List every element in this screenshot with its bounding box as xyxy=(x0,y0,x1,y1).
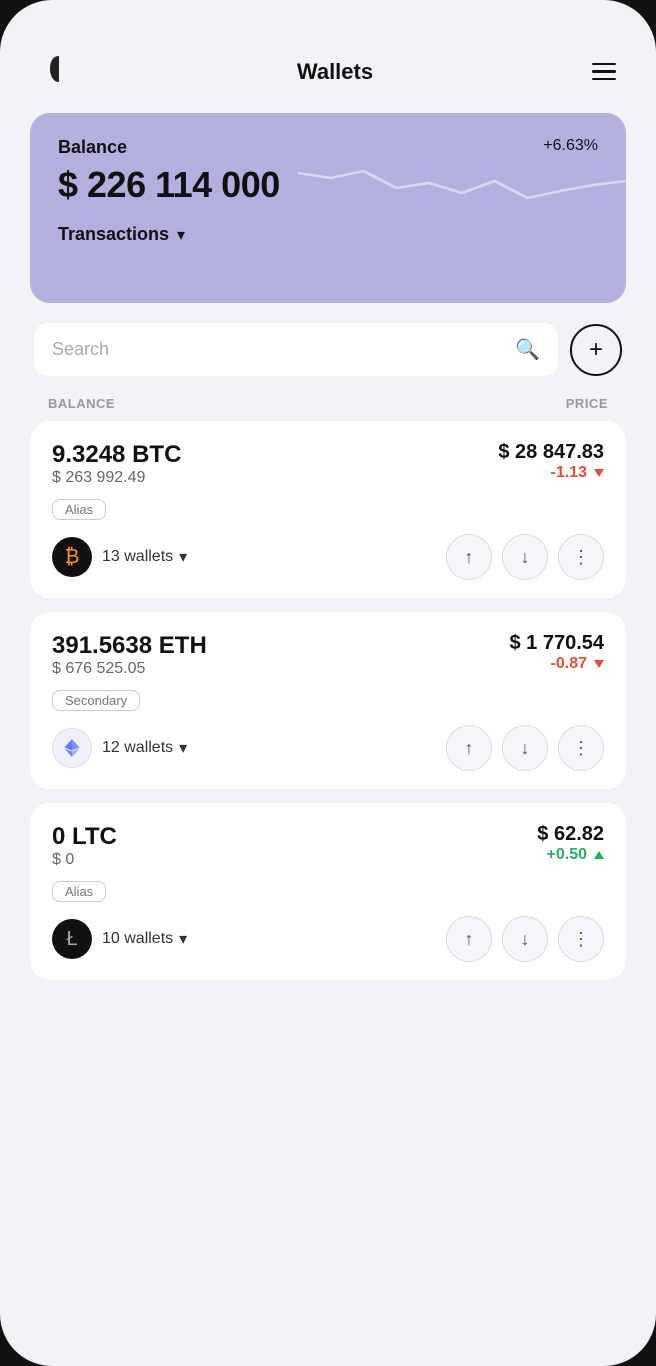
eth-action-buttons: ↑ ↓ ⋮ xyxy=(446,725,604,771)
col-price: PRICE xyxy=(566,396,608,411)
logo-icon xyxy=(40,50,78,93)
eth-alias[interactable]: Secondary xyxy=(52,690,140,711)
btc-amount: 9.3248 BTC xyxy=(52,441,181,469)
btc-wallets-chevron-icon: ▾ xyxy=(179,547,187,567)
transactions-label: Transactions xyxy=(58,224,169,245)
ltc-action-buttons: ↑ ↓ ⋮ xyxy=(446,916,604,962)
coin-card-eth: 391.5638 ETH $ 676 525.05 $ 1 770.54 -0.… xyxy=(30,612,626,789)
btc-action-buttons: ↑ ↓ ⋮ xyxy=(446,534,604,580)
eth-usd: $ 676 525.05 xyxy=(52,660,207,678)
ltc-alias[interactable]: Alias xyxy=(52,881,106,902)
transactions-chevron-icon: ▾ xyxy=(177,225,185,245)
page-title: Wallets xyxy=(297,59,373,85)
balance-chart xyxy=(298,143,626,223)
search-icon: 🔍 xyxy=(515,337,540,362)
btc-alias[interactable]: Alias xyxy=(52,499,106,520)
eth-change: -0.87 xyxy=(551,655,604,673)
add-wallet-button[interactable]: + xyxy=(570,324,622,376)
down-arrow-icon xyxy=(594,660,604,668)
eth-more-button[interactable]: ⋮ xyxy=(558,725,604,771)
ltc-receive-button[interactable]: ↓ xyxy=(502,916,548,962)
ltc-more-button[interactable]: ⋮ xyxy=(558,916,604,962)
transactions-row[interactable]: Transactions ▾ xyxy=(58,224,598,245)
btc-wallets-label[interactable]: 13 wallets ▾ xyxy=(102,547,187,567)
ltc-change: +0.50 xyxy=(547,846,604,864)
coin-card-ltc: 0 LTC $ 0 $ 62.82 +0.50 Alias Ł 10 walle… xyxy=(30,803,626,980)
eth-logo-icon xyxy=(52,728,92,768)
balance-card: Balance +6.63% $ 226 114 000 Transaction… xyxy=(30,113,626,303)
down-arrow-icon xyxy=(594,469,604,477)
eth-price: $ 1 770.54 xyxy=(509,632,604,655)
search-placeholder: Search xyxy=(52,339,505,360)
btc-logo-icon: ₿ xyxy=(52,537,92,577)
btc-receive-button[interactable]: ↓ xyxy=(502,534,548,580)
up-arrow-icon xyxy=(594,851,604,859)
ltc-price: $ 62.82 xyxy=(537,823,604,846)
ltc-usd: $ 0 xyxy=(52,851,117,869)
ltc-logo-icon: Ł xyxy=(52,919,92,959)
phone-frame: Wallets Balance +6.63% $ 226 114 000 Tra… xyxy=(0,0,656,1366)
ltc-amount: 0 LTC xyxy=(52,823,117,851)
search-bar[interactable]: Search 🔍 xyxy=(34,323,558,376)
col-balance: BALANCE xyxy=(48,396,115,411)
btc-price: $ 28 847.83 xyxy=(498,441,604,464)
eth-wallets-chevron-icon: ▾ xyxy=(179,738,187,758)
balance-label: Balance xyxy=(58,137,127,158)
btc-usd: $ 263 992.49 xyxy=(52,469,181,487)
ltc-wallets-label[interactable]: 10 wallets ▾ xyxy=(102,929,187,949)
column-headers: BALANCE PRICE xyxy=(30,392,626,421)
eth-wallets-label[interactable]: 12 wallets ▾ xyxy=(102,738,187,758)
menu-button[interactable] xyxy=(592,63,616,81)
ltc-send-button[interactable]: ↑ xyxy=(446,916,492,962)
ltc-wallets-chevron-icon: ▾ xyxy=(179,929,187,949)
search-row: Search 🔍 + xyxy=(30,323,626,376)
coin-card-btc: 9.3248 BTC $ 263 992.49 $ 28 847.83 -1.1… xyxy=(30,421,626,598)
btc-send-button[interactable]: ↑ xyxy=(446,534,492,580)
eth-amount: 391.5638 ETH xyxy=(52,632,207,660)
eth-send-button[interactable]: ↑ xyxy=(446,725,492,771)
btc-change: -1.13 xyxy=(551,464,604,482)
btc-more-button[interactable]: ⋮ xyxy=(558,534,604,580)
header: Wallets xyxy=(30,40,626,113)
eth-receive-button[interactable]: ↓ xyxy=(502,725,548,771)
